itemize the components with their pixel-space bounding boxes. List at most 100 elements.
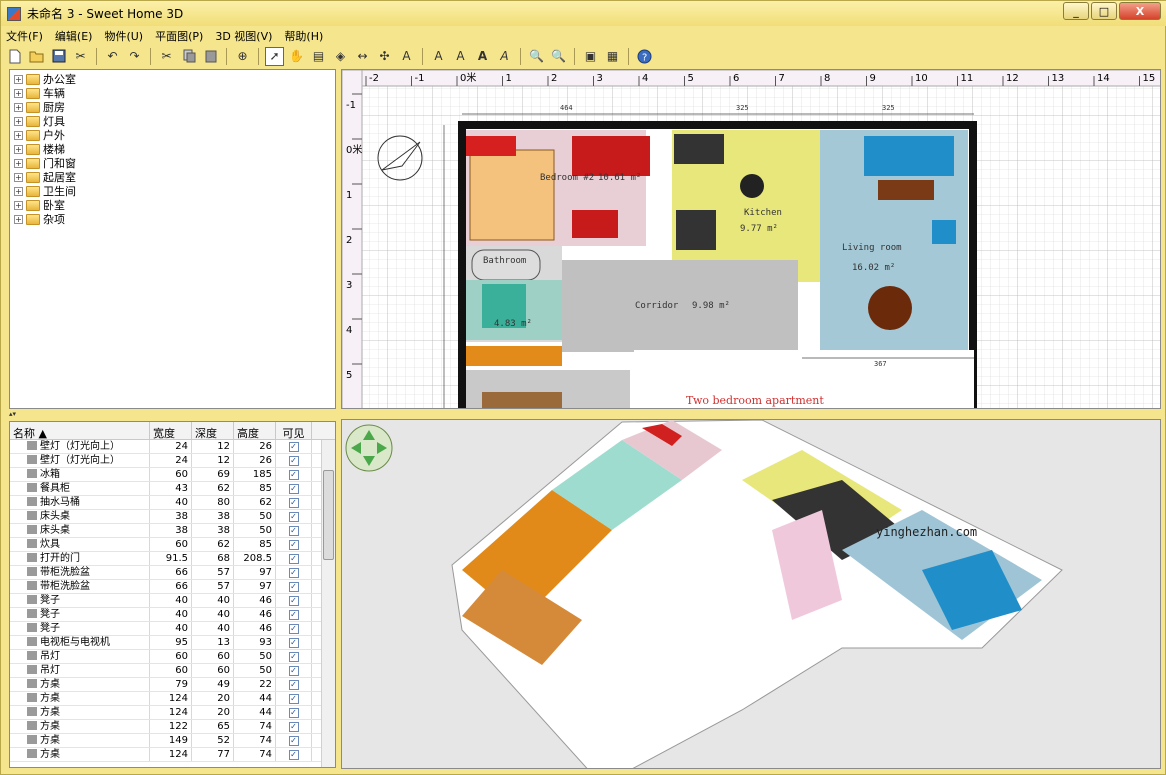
table-row[interactable]: 抽水马桶 40 80 62 ✓ xyxy=(10,496,335,510)
catalog-item[interactable]: + 办公室 xyxy=(14,72,331,86)
table-row[interactable]: 凳子 40 40 46 ✓ xyxy=(10,608,335,622)
menu-3d-view[interactable]: 3D 视图(V) xyxy=(214,28,273,44)
expand-icon[interactable]: + xyxy=(14,88,23,98)
catalog-item[interactable]: + 卧室 xyxy=(14,198,331,212)
visible-checkbox[interactable]: ✓ xyxy=(288,610,299,620)
cut-icon[interactable]: ✂ xyxy=(71,47,90,66)
visible-checkbox[interactable]: ✓ xyxy=(288,624,299,634)
visible-checkbox[interactable]: ✓ xyxy=(288,554,299,564)
title-bar[interactable]: 未命名 3 - Sweet Home 3D _ □ X xyxy=(1,1,1166,26)
catalog-item[interactable]: + 起居室 xyxy=(14,170,331,184)
3d-view-canvas[interactable]: yinghezhan.com xyxy=(342,420,1161,769)
table-row[interactable]: 床头桌 38 38 50 ✓ xyxy=(10,510,335,524)
column-name-header[interactable]: 名称 ▲ xyxy=(10,422,150,440)
copy-icon[interactable] xyxy=(179,47,198,66)
menu-furniture[interactable]: 物件(U) xyxy=(103,28,144,44)
minimize-button[interactable]: _ xyxy=(1063,2,1089,20)
visible-checkbox[interactable]: ✓ xyxy=(288,456,299,466)
italic-icon[interactable]: A xyxy=(495,47,514,66)
table-row[interactable]: 电视柜与电视机 95 13 93 ✓ xyxy=(10,636,335,650)
visible-checkbox[interactable]: ✓ xyxy=(288,512,299,522)
text-size-icon[interactable]: A xyxy=(451,47,470,66)
add-text-icon[interactable]: A xyxy=(397,47,416,66)
scrollbar-thumb[interactable] xyxy=(323,470,334,560)
undo-icon[interactable]: ↶ xyxy=(103,47,122,66)
table-row[interactable]: 方桌 79 49 22 ✓ xyxy=(10,678,335,692)
table-row[interactable]: 壁灯（灯光向上） 24 12 26 ✓ xyxy=(10,440,335,454)
table-row[interactable]: 餐具柜 43 62 85 ✓ xyxy=(10,482,335,496)
bold-icon[interactable]: A xyxy=(473,47,492,66)
close-button[interactable]: X xyxy=(1119,2,1161,20)
photo-icon[interactable]: ▣ xyxy=(581,47,600,66)
visible-checkbox[interactable]: ✓ xyxy=(288,736,299,746)
visible-checkbox[interactable]: ✓ xyxy=(288,596,299,606)
menu-edit[interactable]: 编辑(E) xyxy=(54,28,94,44)
catalog-item[interactable]: + 厨房 xyxy=(14,100,331,114)
catalog-item[interactable]: + 户外 xyxy=(14,128,331,142)
table-row[interactable]: 带柜洗脸盆 66 57 97 ✓ xyxy=(10,580,335,594)
create-dimension-icon[interactable]: ↔ xyxy=(353,47,372,66)
create-walls-icon[interactable]: ▤ xyxy=(309,47,328,66)
zoom-out-icon[interactable]: 🔍 xyxy=(549,47,568,66)
column-width-header[interactable]: 宽度 xyxy=(150,422,192,440)
table-scrollbar[interactable] xyxy=(321,440,335,767)
catalog-item[interactable]: + 卫生间 xyxy=(14,184,331,198)
catalog-item[interactable]: + 楼梯 xyxy=(14,142,331,156)
add-furniture-icon[interactable]: ⊕ xyxy=(233,47,252,66)
expand-icon[interactable]: + xyxy=(14,200,23,210)
plan-view[interactable]: -2-10米123456789101112131415 -10米123456 xyxy=(341,69,1161,409)
expand-icon[interactable]: + xyxy=(14,144,23,154)
catalog-item[interactable]: + 门和窗 xyxy=(14,156,331,170)
visible-checkbox[interactable]: ✓ xyxy=(288,484,299,494)
table-row[interactable]: 炊具 60 62 85 ✓ xyxy=(10,538,335,552)
visible-checkbox[interactable]: ✓ xyxy=(288,470,299,480)
video-icon[interactable]: ▦ xyxy=(603,47,622,66)
visible-checkbox[interactable]: ✓ xyxy=(288,708,299,718)
text-style-icon[interactable]: A xyxy=(429,47,448,66)
table-row[interactable]: 壁灯（灯光向上） 24 12 26 ✓ xyxy=(10,454,335,468)
table-row[interactable]: 吊灯 60 60 50 ✓ xyxy=(10,650,335,664)
visible-checkbox[interactable]: ✓ xyxy=(288,582,299,592)
table-row[interactable]: 床头桌 38 38 50 ✓ xyxy=(10,524,335,538)
column-height-header[interactable]: 高度 xyxy=(234,422,276,440)
table-row[interactable]: 方桌 124 77 74 ✓ xyxy=(10,748,335,762)
menu-help[interactable]: 帮助(H) xyxy=(283,28,324,44)
menu-file[interactable]: 文件(F) xyxy=(5,28,44,44)
visible-checkbox[interactable]: ✓ xyxy=(288,568,299,578)
new-file-icon[interactable] xyxy=(5,47,24,66)
help-icon[interactable]: ? xyxy=(635,47,654,66)
column-visible-header[interactable]: 可见 xyxy=(276,422,312,440)
expand-icon[interactable]: + xyxy=(14,130,23,140)
create-polyline-icon[interactable]: ✣ xyxy=(375,47,394,66)
visible-checkbox[interactable]: ✓ xyxy=(288,540,299,550)
floor-plan-canvas[interactable]: -2-10米123456789101112131415 -10米123456 xyxy=(342,70,1161,409)
visible-checkbox[interactable]: ✓ xyxy=(288,638,299,648)
redo-icon[interactable]: ↷ xyxy=(125,47,144,66)
table-row[interactable]: 冰箱 60 69 185 ✓ xyxy=(10,468,335,482)
menu-plan[interactable]: 平面图(P) xyxy=(154,28,204,44)
visible-checkbox[interactable]: ✓ xyxy=(288,442,299,452)
visible-checkbox[interactable]: ✓ xyxy=(288,666,299,676)
expand-icon[interactable]: + xyxy=(14,158,23,168)
table-row[interactable]: 打开的门 91.5 68 208.5 ✓ xyxy=(10,552,335,566)
table-row[interactable]: 方桌 124 20 44 ✓ xyxy=(10,692,335,706)
table-row[interactable]: 方桌 149 52 74 ✓ xyxy=(10,734,335,748)
visible-checkbox[interactable]: ✓ xyxy=(288,498,299,508)
visible-checkbox[interactable]: ✓ xyxy=(288,722,299,732)
visible-checkbox[interactable]: ✓ xyxy=(288,680,299,690)
table-row[interactable]: 方桌 124 20 44 ✓ xyxy=(10,706,335,720)
expand-icon[interactable]: + xyxy=(14,116,23,126)
expand-icon[interactable]: + xyxy=(14,74,23,84)
expand-icon[interactable]: + xyxy=(14,186,23,196)
expand-icon[interactable]: + xyxy=(14,214,23,224)
paste-icon[interactable] xyxy=(201,47,220,66)
expand-icon[interactable]: + xyxy=(14,102,23,112)
table-row[interactable]: 凳子 40 40 46 ✓ xyxy=(10,594,335,608)
scissors-icon[interactable]: ✂ xyxy=(157,47,176,66)
table-row[interactable]: 凳子 40 40 46 ✓ xyxy=(10,622,335,636)
catalog-item[interactable]: + 杂项 xyxy=(14,212,331,226)
save-icon[interactable] xyxy=(49,47,68,66)
table-row[interactable]: 带柜洗脸盆 66 57 97 ✓ xyxy=(10,566,335,580)
table-row[interactable]: 吊灯 60 60 50 ✓ xyxy=(10,664,335,678)
create-rooms-icon[interactable]: ◈ xyxy=(331,47,350,66)
